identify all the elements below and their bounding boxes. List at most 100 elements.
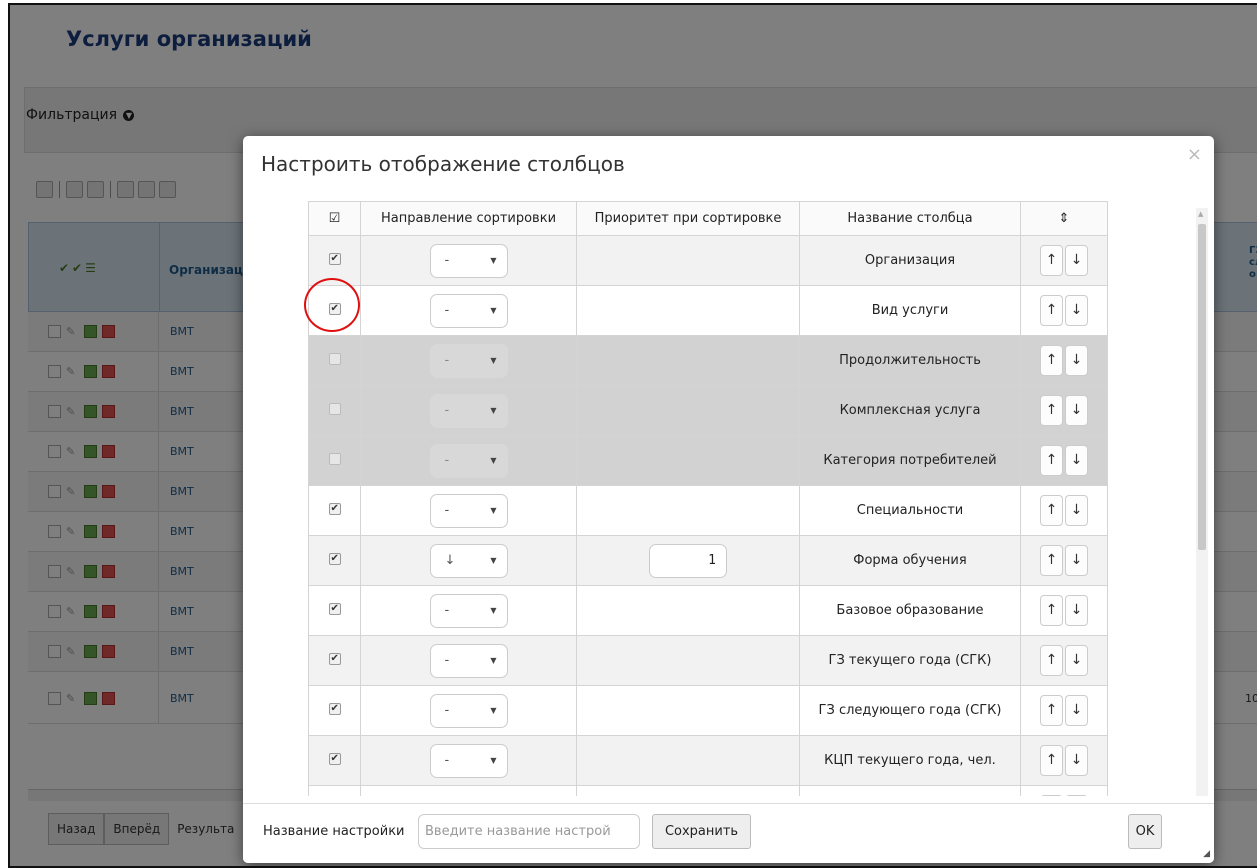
sort-direction-select[interactable]: - ▼ (429, 693, 508, 728)
column-name: Вид услуги (799, 285, 1021, 336)
visible-checkbox[interactable] (328, 702, 341, 715)
column-name: ГЗ следующего года (СГК) (799, 685, 1021, 736)
ok-button[interactable]: OK (1128, 814, 1162, 849)
column-row: ↑↓ (308, 785, 1108, 796)
move-down-button[interactable]: ↓ (1065, 445, 1088, 476)
column-name: ГЗ текущего года (СГК) (799, 635, 1021, 686)
sort-direction-value: - (444, 753, 450, 768)
column-row: -▼ ГЗ следующего года (СГК) ↑↓ (308, 685, 1108, 736)
sort-direction-select[interactable]: - ▼ (429, 493, 508, 528)
chevron-down-icon: ▼ (490, 406, 497, 415)
move-down-button[interactable]: ↓ (1065, 595, 1088, 626)
visible-checkbox[interactable] (328, 602, 341, 615)
sort-direction-select[interactable]: - ▼ (429, 743, 508, 778)
move-down-button[interactable]: ↓ (1065, 795, 1088, 796)
column-row: -▼КЦП текущего года, чел.↑↓ (308, 735, 1108, 786)
header-order[interactable]: ⇕ (1020, 201, 1108, 236)
column-row: - ▼ Комплексная услуга ↑ ↓ (308, 385, 1108, 436)
sort-direction-value: ↓ (444, 553, 456, 568)
column-row: - ▼ Продолжительность ↑ ↓ (308, 335, 1108, 386)
visible-checkbox[interactable] (328, 552, 341, 565)
column-name (799, 785, 1021, 796)
move-up-button[interactable]: ↑ (1040, 245, 1063, 276)
close-icon[interactable]: × (1187, 144, 1202, 165)
move-up-button[interactable]: ↑ (1040, 295, 1063, 326)
header-sort-priority: Приоритет при сортировке (576, 201, 800, 236)
sort-direction-value: - (444, 253, 450, 268)
dialog-vertical-scrollbar[interactable]: ▲ (1196, 208, 1208, 796)
sort-direction-value: - (444, 403, 450, 418)
sort-direction-value: - (444, 353, 450, 368)
column-name: Специальности (799, 485, 1021, 536)
setting-name-input[interactable]: Введите название настрой (418, 814, 640, 849)
visible-checkbox[interactable] (328, 452, 341, 465)
move-up-button[interactable]: ↑ (1040, 795, 1063, 796)
save-button[interactable]: Сохранить (652, 814, 751, 849)
move-up-button[interactable]: ↑ (1040, 545, 1063, 576)
move-down-button[interactable]: ↓ (1065, 295, 1088, 326)
visible-checkbox[interactable] (328, 502, 341, 515)
move-up-button[interactable]: ↑ (1040, 495, 1063, 526)
sort-direction-select[interactable]: - ▼ (429, 593, 508, 628)
move-up-button[interactable]: ↑ (1040, 395, 1063, 426)
sort-direction-select[interactable]: ↓ ▼ (429, 543, 508, 578)
sort-priority-input[interactable]: 1 (649, 543, 727, 578)
visible-checkbox[interactable] (328, 652, 341, 665)
column-row: -▼ Вид услуги ↑↓ (308, 285, 1108, 336)
chevron-down-icon: ▼ (490, 756, 497, 765)
column-name: Категория потребителей (799, 435, 1021, 486)
move-up-button[interactable]: ↑ (1040, 695, 1063, 726)
check-all-header[interactable]: ☑ (308, 201, 361, 236)
setting-name-label: Название настройки (263, 824, 405, 839)
move-up-button[interactable]: ↑ (1040, 445, 1063, 476)
move-up-button[interactable]: ↑ (1040, 745, 1063, 776)
column-row: -▼Организация↑↓ (308, 235, 1108, 286)
dialog-title: Настроить отображение столбцов (261, 152, 625, 176)
sort-direction-select[interactable]: - ▼ (429, 243, 508, 278)
chevron-down-icon: ▼ (490, 306, 497, 315)
column-name: Комплексная услуга (799, 385, 1021, 436)
header-column-name: Название столбца (799, 201, 1021, 236)
chevron-down-icon: ▼ (490, 456, 497, 465)
column-name: Организация (799, 235, 1021, 286)
sort-direction-value: - (444, 453, 450, 468)
sort-direction-select[interactable]: - ▼ (429, 343, 508, 378)
sort-direction-select[interactable]: - ▼ (429, 643, 508, 678)
chevron-down-icon: ▼ (490, 706, 497, 715)
move-up-button[interactable]: ↑ (1040, 345, 1063, 376)
column-name: Продолжительность (799, 335, 1021, 386)
columns-table: ☑ Направление сортировки Приоритет при с… (308, 201, 1108, 796)
chevron-down-icon: ▼ (490, 356, 497, 365)
move-down-button[interactable]: ↓ (1065, 745, 1088, 776)
visible-checkbox[interactable] (328, 352, 341, 365)
sort-direction-select[interactable]: - ▼ (429, 443, 508, 478)
move-down-button[interactable]: ↓ (1065, 345, 1088, 376)
visible-checkbox[interactable] (328, 252, 341, 265)
sort-direction-select[interactable]: - ▼ (429, 393, 508, 428)
column-row: -▼ ГЗ текущего года (СГК) ↑↓ (308, 635, 1108, 686)
resize-grip-icon[interactable]: ◢ (1203, 849, 1210, 859)
move-up-button[interactable]: ↑ (1040, 645, 1063, 676)
chevron-down-icon: ▼ (490, 256, 497, 265)
move-down-button[interactable]: ↓ (1065, 495, 1088, 526)
chevron-down-icon: ▼ (490, 556, 497, 565)
sort-direction-value: - (444, 503, 450, 518)
header-sort-direction: Направление сортировки (360, 201, 577, 236)
column-name: КЦП текущего года, чел. (799, 735, 1021, 786)
move-down-button[interactable]: ↓ (1065, 545, 1088, 576)
chevron-down-icon: ▼ (490, 606, 497, 615)
column-row: ↓▼1Форма обучения↑↓ (308, 535, 1108, 586)
highlight-circle (304, 278, 360, 332)
column-name: Форма обучения (799, 535, 1021, 586)
scroll-thumb[interactable] (1198, 224, 1206, 550)
scroll-up-icon[interactable]: ▲ (1198, 210, 1203, 218)
move-down-button[interactable]: ↓ (1065, 695, 1088, 726)
visible-checkbox[interactable] (328, 752, 341, 765)
visible-checkbox[interactable] (328, 402, 341, 415)
move-down-button[interactable]: ↓ (1065, 645, 1088, 676)
column-row: - ▼ Категория потребителей ↑ ↓ (308, 435, 1108, 486)
move-down-button[interactable]: ↓ (1065, 395, 1088, 426)
move-down-button[interactable]: ↓ (1065, 245, 1088, 276)
sort-direction-select[interactable]: - ▼ (429, 293, 508, 328)
move-up-button[interactable]: ↑ (1040, 595, 1063, 626)
